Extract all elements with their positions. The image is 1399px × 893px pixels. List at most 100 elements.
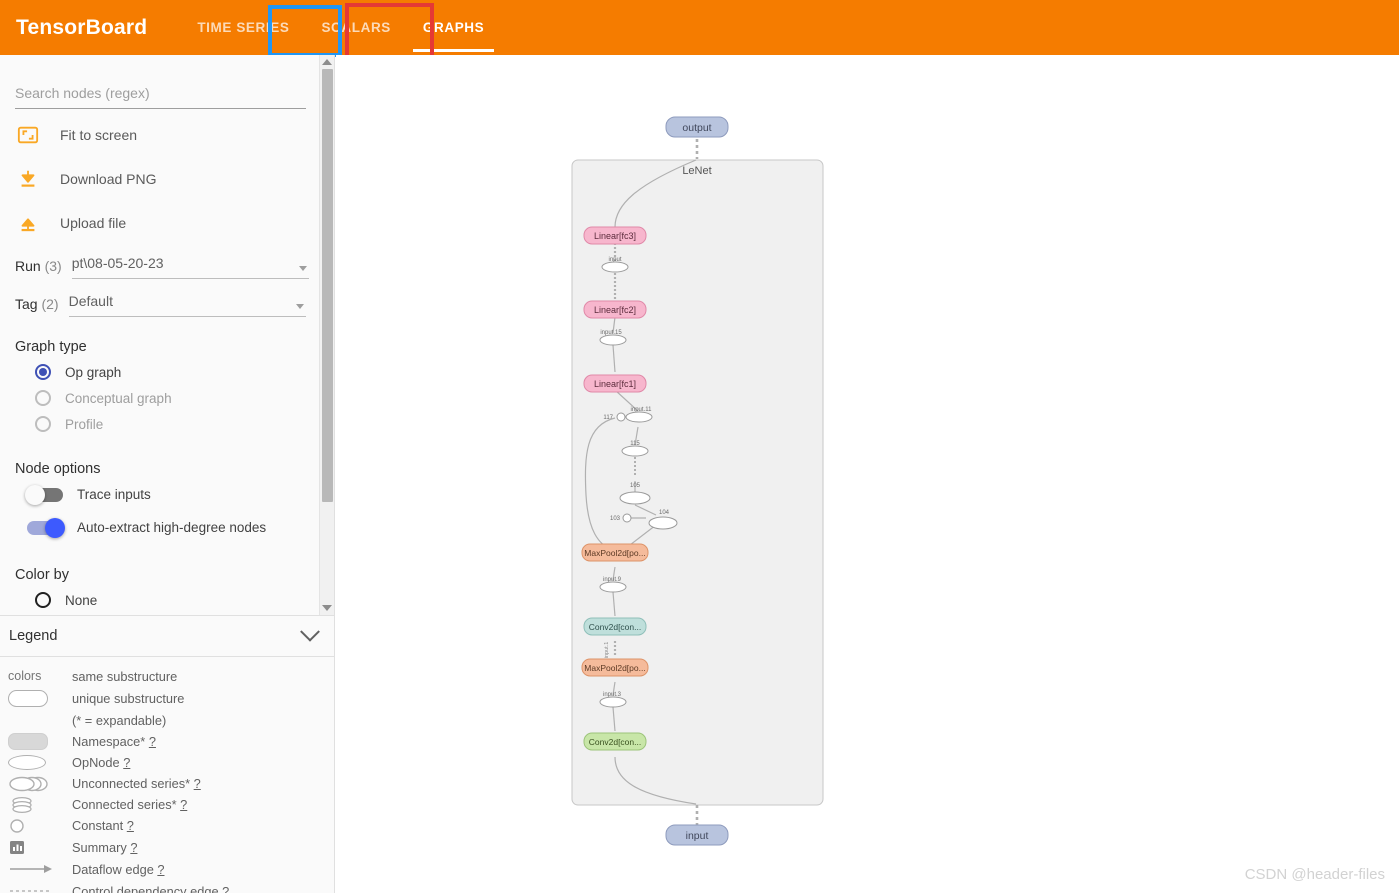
scroll-up-icon[interactable]: [322, 59, 332, 65]
help-icon[interactable]: ?: [127, 818, 134, 833]
legend-swatch-constant: [8, 818, 60, 834]
sidebar-scrollbar-thumb[interactable]: [322, 69, 333, 502]
legend-label-text: Dataflow edge: [72, 861, 154, 877]
legend-label-text: Summary: [72, 839, 127, 855]
app-header: TensorBoard TIME SERIES SCALARS GRAPHS: [0, 0, 1399, 55]
tab-graphs[interactable]: GRAPHS: [407, 0, 500, 55]
app-brand: TensorBoard: [16, 15, 148, 39]
run-select[interactable]: pt\08-05-20-23: [71, 255, 309, 279]
graph-small-node-label: 117: [603, 415, 613, 421]
download-png-button[interactable]: Download PNG: [8, 161, 327, 197]
legend-colors-text: colors: [8, 669, 42, 683]
graph-node-label: MaxPool2d[po...: [584, 548, 645, 558]
legend-label: Constant ?: [72, 818, 134, 833]
legend-swatch-opnode: [8, 755, 60, 770]
help-icon[interactable]: ?: [130, 840, 137, 855]
upload-file-button[interactable]: Upload file: [8, 205, 327, 241]
graph-node-conv2d-lower[interactable]: Conv2d[con...: [583, 732, 647, 751]
search-input[interactable]: [15, 85, 306, 109]
help-icon[interactable]: ?: [157, 862, 164, 877]
help-icon[interactable]: ?: [222, 884, 229, 893]
fit-to-screen-button[interactable]: Fit to screen: [8, 117, 327, 153]
legend-label-text: OpNode: [72, 755, 120, 770]
graph-node-label: Linear[fc1]: [594, 379, 636, 389]
legend-swatch-dataflow-edge: [8, 862, 60, 876]
legend-label-text: Connected series*: [72, 797, 177, 812]
chevron-down-icon: [295, 304, 304, 309]
graph-node-label: Linear[fc3]: [594, 231, 636, 241]
toggle-auto-extract-label: Auto-extract high-degree nodes: [77, 520, 267, 535]
legend-body: colors same substructure unique substruc…: [0, 658, 334, 893]
toggle-trace-inputs-label: Trace inputs: [77, 487, 151, 502]
graph-canvas[interactable]: output LeNet Linear[fc3] input Linear[fc…: [336, 55, 1399, 893]
legend-swatch-unconnected-series: [8, 776, 60, 792]
tag-select[interactable]: Default: [68, 293, 306, 317]
legend-swatch-namespace: [8, 732, 60, 750]
radio-op-graph-label: Op graph: [65, 364, 122, 380]
toggle-trace-inputs-switch[interactable]: [25, 484, 63, 505]
legend-header[interactable]: Legend: [0, 615, 334, 657]
graph-svg[interactable]: output LeNet Linear[fc3] input Linear[fc…: [336, 55, 1399, 893]
radio-conceptual-graph-indicator: [35, 390, 51, 406]
sidebar-scroll-region: Fit to screen Download PNG: [0, 55, 334, 615]
graph-type-title: Graph type: [15, 339, 87, 355]
graph-small-node-label: 104: [659, 510, 670, 516]
graph-node-linear-fc3[interactable]: Linear[fc3]: [583, 226, 647, 245]
chevron-down-icon[interactable]: [300, 621, 320, 642]
graph-node-output[interactable]: output: [665, 116, 729, 138]
tag-select-value: Default: [68, 293, 113, 309]
help-icon[interactable]: ?: [123, 755, 130, 770]
legend-item: Connected series* ?: [0, 794, 334, 815]
legend-label: Control dependency edge ?: [72, 884, 229, 893]
toggle-trace-inputs[interactable]: Trace inputs: [8, 481, 327, 508]
legend-item: unique substructure: [0, 686, 334, 710]
fit-to-screen-label: Fit to screen: [60, 127, 138, 143]
scroll-down-icon[interactable]: [322, 605, 332, 611]
legend-item: (* = expandable): [0, 710, 334, 730]
graph-small-node-label: 105: [630, 483, 641, 489]
radio-profile-indicator: [35, 416, 51, 432]
graph-node-linear-fc1[interactable]: Linear[fc1]: [583, 374, 647, 393]
radio-color-none[interactable]: None: [8, 587, 327, 613]
tag-count: (2): [41, 296, 59, 312]
graph-node-maxpool2d-upper[interactable]: MaxPool2d[po...: [581, 543, 649, 562]
radio-op-graph[interactable]: Op graph: [8, 359, 327, 385]
radio-color-none-indicator: [35, 592, 51, 608]
search-row: [15, 85, 306, 109]
tensorboard-app: TensorBoard TIME SERIES SCALARS GRAPHS 折…: [0, 0, 1399, 893]
legend-label: Dataflow edge ?: [72, 862, 165, 877]
graph-node-linear-fc2[interactable]: Linear[fc2]: [583, 300, 647, 319]
download-icon: [15, 166, 41, 192]
legend-item: colors same substructure: [0, 666, 334, 686]
sidebar: Fit to screen Download PNG: [0, 55, 335, 893]
help-icon[interactable]: ?: [180, 797, 187, 812]
graph-node-conv2d-upper[interactable]: Conv2d[con...: [583, 617, 647, 636]
radio-conceptual-graph-label: Conceptual graph: [65, 390, 172, 406]
tag-selector-row: Tag (2) Default: [8, 293, 327, 317]
legend-item: Unconnected series* ?: [0, 773, 334, 794]
graph-small-node-input-11[interactable]: input.11: [625, 407, 653, 423]
graph-node-maxpool2d-lower[interactable]: MaxPool2d[po...: [581, 658, 649, 677]
watermark: CSDN @header-files: [1244, 866, 1385, 883]
legend-item: Dataflow edge ?: [0, 858, 334, 880]
run-label: Run (3): [15, 258, 62, 279]
legend-title: Legend: [9, 628, 58, 644]
tag-label-text: Tag: [15, 296, 38, 312]
radio-profile[interactable]: Profile: [8, 411, 327, 437]
legend-swatch-connected-series: [8, 796, 60, 814]
toggle-auto-extract[interactable]: Auto-extract high-degree nodes: [8, 514, 327, 541]
upload-icon: [15, 210, 41, 236]
legend-label: same substructure: [72, 668, 178, 684]
sidebar-scrollbar[interactable]: [319, 55, 334, 615]
legend-item: Constant ?: [0, 815, 334, 836]
tab-scalars[interactable]: SCALARS: [305, 0, 406, 55]
help-icon[interactable]: ?: [194, 776, 201, 791]
radio-profile-label: Profile: [65, 416, 104, 432]
legend-item: OpNode ?: [0, 752, 334, 773]
tab-time-series[interactable]: TIME SERIES: [181, 0, 305, 55]
radio-conceptual-graph[interactable]: Conceptual graph: [8, 385, 327, 411]
graph-node-input[interactable]: input: [665, 824, 729, 846]
graph-node-output-label: output: [682, 122, 711, 134]
toggle-auto-extract-switch[interactable]: [27, 517, 65, 538]
help-icon[interactable]: ?: [149, 734, 156, 749]
